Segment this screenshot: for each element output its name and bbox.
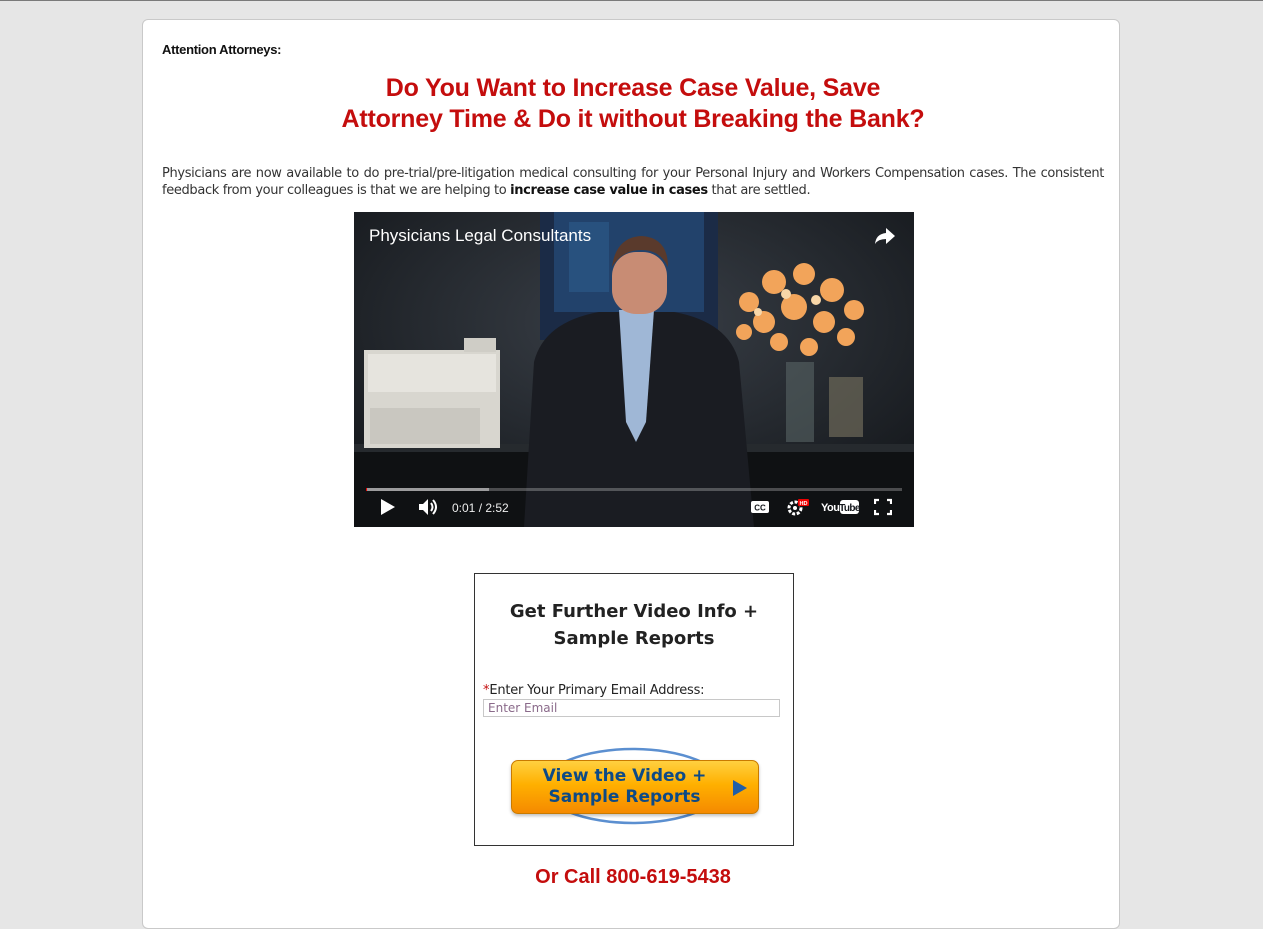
- video-frame: [354, 212, 914, 527]
- share-icon[interactable]: [874, 226, 896, 246]
- form-title-line-1: Get Further Video Info +: [509, 601, 759, 622]
- form-title-line-2: Sample Reports: [553, 628, 715, 649]
- email-label-text: Enter Your Primary Email Address:: [489, 683, 705, 698]
- video-player[interactable]: Physicians Legal Consultants 0:01 / 2:52…: [354, 212, 914, 527]
- video-title[interactable]: Physicians Legal Consultants: [369, 226, 591, 246]
- video-time: 0:01 / 2:52: [452, 501, 509, 515]
- svg-text:CC: CC: [754, 504, 766, 513]
- top-border: [0, 0, 1263, 1]
- page-headline: Do You Want to Increase Case Value, Save…: [143, 73, 1123, 135]
- optin-form: Get Further Video Info + Sample Reports …: [474, 573, 794, 846]
- play-arrow-icon: [733, 780, 747, 796]
- cta-line-1: View the Video +: [542, 766, 707, 786]
- headline-line-1: Do You Want to Increase Case Value, Save: [385, 74, 881, 102]
- intro-text-end: that are settled.: [707, 183, 811, 198]
- video-played-bar: [366, 488, 368, 491]
- cta-line-2: Sample Reports: [548, 787, 701, 807]
- intro-paragraph: Physicians are now available to do pre-t…: [162, 165, 1104, 199]
- video-progress-bar[interactable]: [366, 488, 902, 491]
- cc-icon[interactable]: CC: [750, 497, 770, 517]
- settings-hd-icon[interactable]: HD: [786, 497, 810, 517]
- attention-label: Attention Attorneys:: [162, 42, 282, 57]
- cta-area: View the Video + Sample Reports: [509, 746, 761, 826]
- svg-text:HD: HD: [800, 501, 808, 507]
- phone-call-text[interactable]: Or Call 800-619-5438: [143, 866, 1123, 889]
- youtube-logo[interactable]: You Tube: [820, 497, 860, 517]
- svg-text:You: You: [821, 502, 839, 514]
- email-label: *Enter Your Primary Email Address:: [483, 683, 705, 698]
- email-field[interactable]: [483, 699, 780, 717]
- intro-bold-text: increase case value in cases: [510, 183, 708, 198]
- headline-line-2: Attorney Time & Do it without Breaking t…: [341, 105, 925, 133]
- form-title: Get Further Video Info + Sample Reports: [475, 598, 793, 652]
- view-video-button[interactable]: View the Video + Sample Reports: [511, 760, 759, 814]
- video-buffer-bar: [366, 488, 490, 491]
- svg-text:Tube: Tube: [839, 503, 860, 514]
- volume-icon[interactable]: [418, 497, 440, 517]
- content-card: Attention Attorneys: Do You Want to Incr…: [142, 19, 1120, 929]
- play-icon[interactable]: [380, 497, 396, 517]
- fullscreen-icon[interactable]: [874, 497, 892, 517]
